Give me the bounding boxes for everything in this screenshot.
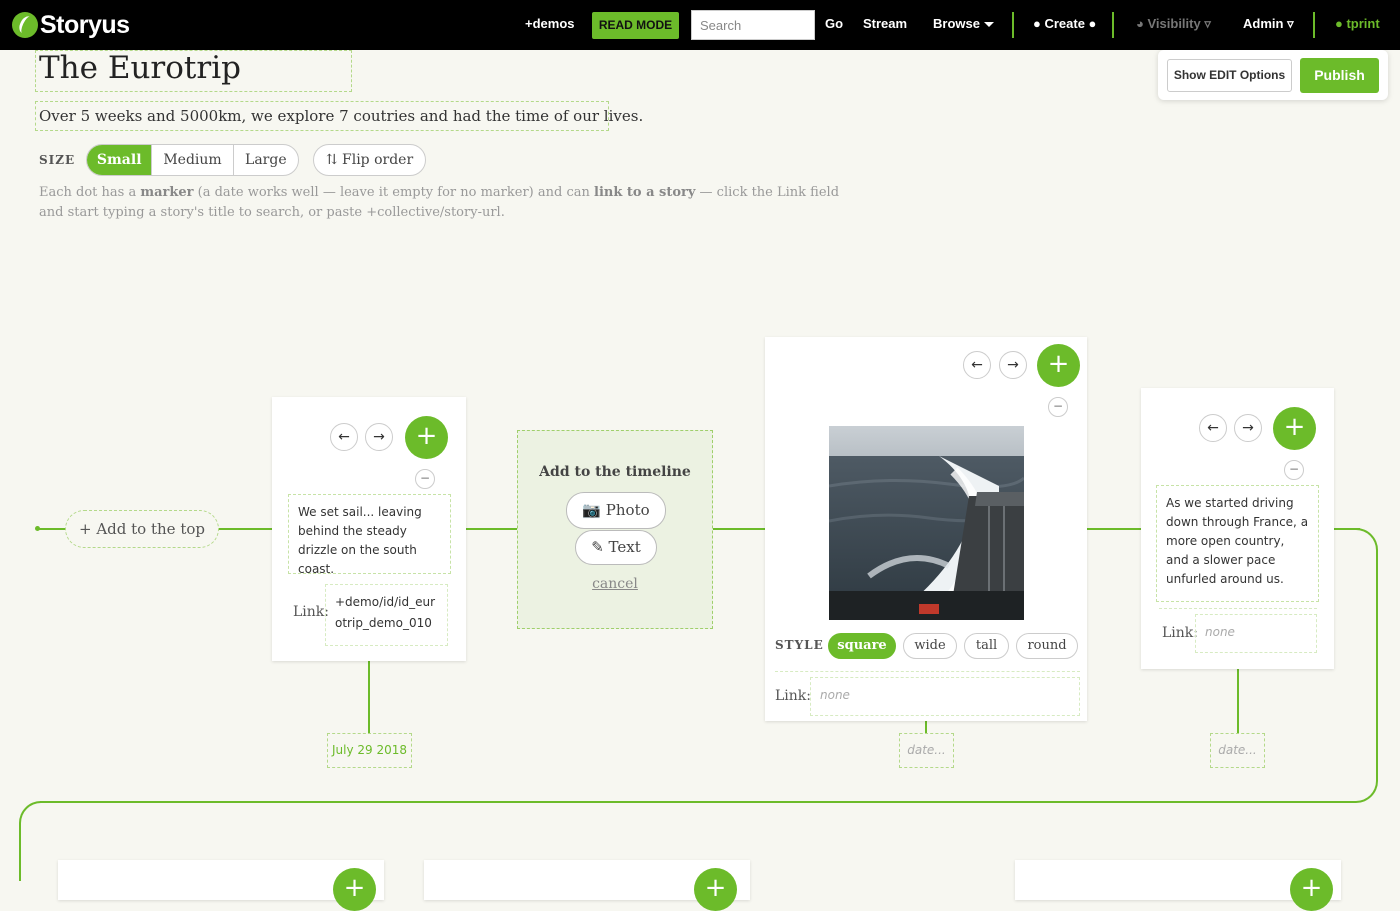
story-subtitle[interactable]: Over 5 weeks and 5000km, we explore 7 co…	[39, 107, 643, 125]
link-label: Link:	[1162, 625, 1198, 641]
move-right-button[interactable]: →	[999, 351, 1027, 379]
timeline-curve	[19, 801, 59, 881]
show-edit-options-button[interactable]: Show EDIT Options	[1167, 59, 1292, 92]
add-to-top-button[interactable]: + Add to the top	[65, 510, 219, 548]
move-right-button[interactable]: →	[365, 423, 393, 451]
card-text[interactable]: We set sail... leaving behind the steady…	[288, 494, 451, 576]
add-after-button[interactable]: +	[1037, 344, 1080, 387]
add-text-button[interactable]: ✎ Text	[575, 530, 657, 565]
size-option-small[interactable]: Small	[87, 145, 153, 175]
nav-visibility-menu[interactable]: ◕ Visibility ▿	[1136, 16, 1211, 32]
timeline-line	[40, 801, 1350, 803]
nav-create-menu[interactable]: ● Create ●	[1033, 16, 1096, 31]
remove-button[interactable]: −	[1284, 460, 1304, 480]
timeline-card-3: ← → + − As we started driving down throu…	[1141, 388, 1334, 669]
move-left-button[interactable]: ←	[330, 423, 358, 451]
link-label: Link:	[293, 604, 329, 620]
publish-button[interactable]: Publish	[1300, 58, 1379, 93]
search-input[interactable]	[691, 10, 815, 40]
link-field[interactable]: none	[1195, 614, 1317, 653]
style-option-wide[interactable]: wide	[903, 633, 957, 659]
timeline-card-5: +	[424, 860, 750, 911]
link-field[interactable]: +demo/id/id_eurotrip_demo_010	[325, 584, 448, 646]
eye-icon: ◕	[1136, 16, 1144, 31]
nav-divider	[1313, 12, 1315, 38]
help-keyword-marker: marker	[140, 185, 194, 200]
move-left-button[interactable]: ←	[963, 351, 991, 379]
divider	[775, 671, 1080, 672]
ferry-wake-photo[interactable]	[829, 426, 1024, 620]
create-label: Create	[1044, 16, 1085, 31]
add-after-button[interactable]: +	[405, 416, 448, 459]
timeline-start-dot	[35, 526, 40, 531]
link-label: Link:	[775, 688, 811, 704]
logo-text: Storyus	[40, 10, 130, 39]
admin-label: Admin	[1243, 16, 1284, 31]
nav-demos-link[interactable]: +demos	[525, 16, 575, 31]
add-photo-button[interactable]: 📷 Photo	[566, 492, 666, 529]
photo-illustration	[829, 426, 1024, 620]
go-button[interactable]: Go	[825, 16, 843, 31]
chevron-down-icon	[983, 22, 994, 28]
card-connector	[368, 660, 370, 738]
add-after-button[interactable]: +	[694, 868, 737, 911]
help-text: Each dot has a marker (a date works well…	[39, 183, 839, 222]
nav-user-menu[interactable]: ● tprint	[1335, 16, 1380, 31]
top-nav: Storyus +demos READ MODE Go Stream Brows…	[0, 0, 1400, 50]
date-marker-field[interactable]: July 29 2018	[327, 733, 412, 768]
help-text-part: (a date works well — leave it empty for …	[193, 185, 594, 200]
visibility-label: Visibility	[1147, 16, 1201, 31]
sort-icon: ⇅	[325, 152, 338, 168]
browse-label: Browse	[933, 16, 980, 31]
card-connector	[1237, 669, 1239, 738]
style-option-round[interactable]: round	[1016, 633, 1078, 659]
nav-browse-menu[interactable]: Browse	[933, 16, 994, 31]
cancel-link[interactable]: cancel	[517, 576, 713, 592]
story-title[interactable]: The Eurotrip	[39, 50, 241, 86]
size-selector: Small Medium Large	[86, 144, 299, 176]
nav-stream-link[interactable]: Stream	[863, 16, 907, 31]
card-text[interactable]: As we started driving down through Franc…	[1156, 485, 1319, 602]
user-label: tprint	[1346, 16, 1380, 31]
read-mode-button[interactable]: READ MODE	[592, 12, 679, 39]
nav-divider	[1112, 12, 1114, 38]
add-panel-title: Add to the timeline	[539, 464, 691, 480]
link-field[interactable]: none	[810, 677, 1080, 716]
style-option-tall[interactable]: tall	[964, 633, 1009, 659]
help-keyword-link: link to a story	[594, 185, 696, 200]
flip-order-label: Flip order	[342, 152, 414, 168]
timeline-card-1: ← → + − We set sail... leaving behind th…	[272, 397, 466, 661]
size-label: SIZE	[39, 153, 76, 167]
date-marker-field[interactable]: date...	[1210, 733, 1265, 768]
help-text-part: Each dot has a	[39, 185, 141, 200]
date-marker-field[interactable]: date...	[899, 733, 954, 768]
size-option-medium[interactable]: Medium	[152, 145, 234, 175]
add-after-button[interactable]: +	[1273, 407, 1316, 450]
flip-order-button[interactable]: ⇅ Flip order	[313, 144, 426, 176]
timeline-card-4: +	[58, 860, 384, 911]
divider	[1159, 608, 1317, 609]
move-left-button[interactable]: ←	[1199, 414, 1227, 442]
timeline-card-6: +	[1015, 860, 1341, 911]
timeline-curve	[1340, 528, 1378, 803]
nav-divider	[1012, 12, 1014, 38]
add-after-button[interactable]: +	[333, 868, 376, 911]
storyus-logo[interactable]: Storyus	[12, 9, 130, 41]
style-option-square[interactable]: square	[828, 633, 896, 659]
move-right-button[interactable]: →	[1234, 414, 1262, 442]
storyus-logo-icon	[12, 12, 38, 38]
remove-button[interactable]: −	[415, 469, 435, 489]
size-option-large[interactable]: Large	[234, 145, 298, 175]
nav-admin-menu[interactable]: Admin ▿	[1243, 16, 1294, 32]
remove-button[interactable]: −	[1048, 397, 1068, 417]
add-after-button[interactable]: +	[1290, 868, 1333, 911]
style-label: STYLE	[775, 638, 824, 652]
